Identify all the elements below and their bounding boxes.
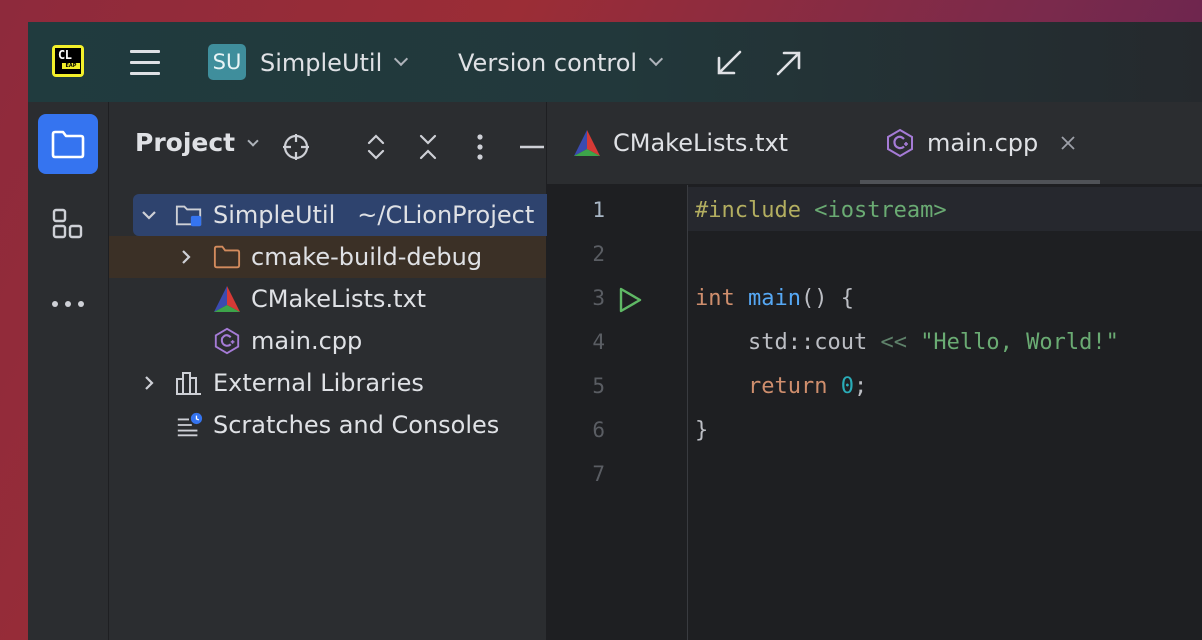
cmake-file-icon [573, 129, 601, 157]
collapse-all-icon[interactable] [411, 130, 445, 164]
tab-label: main.cpp [927, 129, 1039, 157]
version-control-label: Version control [458, 49, 638, 77]
main-menu-icon[interactable] [128, 48, 162, 78]
run-icon[interactable] [617, 286, 643, 314]
line-number: 2 [592, 242, 605, 266]
editor-gutter: 1 2 3 4 5 6 7 [547, 185, 688, 640]
tab-cmakelists[interactable]: CMakeLists.txt [573, 102, 788, 184]
chevron-right-icon[interactable] [136, 370, 162, 396]
line-number: 7 [592, 462, 605, 486]
project-name: SimpleUtil [260, 49, 383, 77]
module-folder-icon [175, 201, 203, 229]
excluded-folder-icon [213, 243, 241, 271]
code-line-4[interactable]: std::cout << "Hello, World!" [695, 330, 1119, 355]
editor-tabs: CMakeLists.txt main.cpp [547, 102, 1202, 185]
push-icon[interactable] [774, 48, 804, 78]
project-folder-icon[interactable] [38, 114, 98, 174]
chevron-down-icon [394, 51, 409, 67]
chevron-right-icon[interactable] [173, 244, 199, 270]
chevron-down-icon [649, 51, 664, 67]
tool-window-strip [28, 102, 109, 640]
chevron-down-icon [247, 134, 259, 147]
tree-item-label: External Libraries [213, 369, 424, 397]
tree-item-cmakelists[interactable]: CMakeLists.txt [109, 278, 546, 320]
tree-item-scratches[interactable]: Scratches and Consoles [109, 404, 546, 446]
tree-item-cmake-build-debug[interactable]: cmake-build-debug [109, 236, 546, 278]
logo-eap-badge: EAP [62, 63, 80, 69]
hide-panel-icon[interactable] [515, 130, 549, 164]
close-icon[interactable] [1060, 135, 1076, 151]
locate-icon[interactable] [279, 130, 313, 164]
tree-item-label: CMakeLists.txt [251, 285, 427, 313]
tree-item-label: SimpleUtil ~/CLionProject [213, 201, 535, 229]
line-number: 1 [592, 198, 605, 222]
cpp-file-icon [885, 128, 915, 158]
active-tab-indicator [860, 180, 1100, 184]
cmake-file-icon [213, 285, 241, 313]
line-number: 5 [592, 374, 605, 398]
tree-item-simpleutil[interactable]: SimpleUtil ~/CLionProject [109, 194, 553, 236]
line-number: 4 [592, 330, 605, 354]
code-line-6[interactable]: } [695, 418, 708, 443]
tree-item-label: Scratches and Consoles [213, 411, 500, 439]
panel-title: Project [135, 128, 236, 157]
line-number: 6 [592, 418, 605, 442]
project-tool-window: Project SimpleUtil ~/CLionProject cmake-… [109, 102, 553, 640]
cpp-file-icon [213, 327, 241, 355]
tree-item-label: cmake-build-debug [251, 243, 483, 271]
tree-item-external-libraries[interactable]: External Libraries [109, 362, 546, 404]
logo-text: CL [58, 48, 72, 62]
options-kebab-icon[interactable] [463, 130, 497, 164]
code-line-1[interactable]: #include <iostream> [695, 198, 947, 223]
tree-item-label: main.cpp [251, 327, 363, 355]
project-view-selector[interactable]: Project [135, 128, 259, 157]
version-control-menu[interactable]: Version control [458, 46, 664, 80]
project-badge[interactable]: SU [208, 44, 246, 80]
line-number: 3 [592, 286, 605, 310]
project-path: ~/CLionProject [357, 201, 535, 229]
chevron-down-icon[interactable] [136, 202, 162, 228]
library-icon [175, 369, 203, 397]
tree-item-main-cpp[interactable]: main.cpp [109, 320, 546, 362]
clion-logo[interactable]: CL EAP [52, 45, 84, 77]
more-icon[interactable] [38, 274, 98, 334]
title-bar: CL EAP SU SimpleUtil Version control [28, 22, 1202, 102]
expand-all-icon[interactable] [359, 130, 393, 164]
tab-label: CMakeLists.txt [613, 129, 789, 157]
clion-window: CL EAP SU SimpleUtil Version control Pro… [28, 22, 1202, 640]
scratches-icon [175, 411, 203, 439]
code-line-3[interactable]: int main() { [695, 286, 854, 311]
update-project-icon[interactable] [714, 48, 744, 78]
code-line-5[interactable]: return 0; [695, 374, 867, 399]
editor-area: CMakeLists.txt main.cpp 1 2 3 4 5 6 7 #i… [547, 102, 1202, 640]
tab-main-cpp[interactable]: main.cpp [885, 102, 1076, 184]
structure-icon[interactable] [38, 194, 98, 254]
project-selector[interactable]: SimpleUtil [260, 46, 409, 80]
